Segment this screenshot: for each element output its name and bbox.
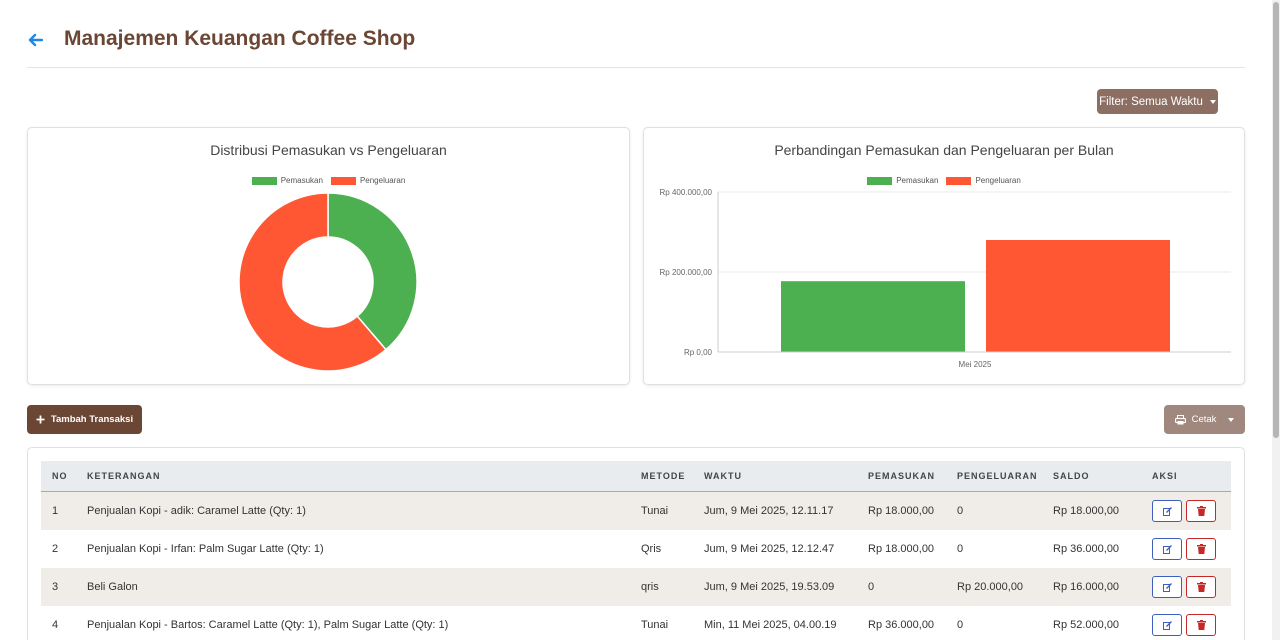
trash-icon — [1196, 582, 1206, 592]
cell-waktu: Jum, 9 Mei 2025, 19.53.09 — [704, 581, 835, 593]
edit-button[interactable] — [1152, 614, 1182, 636]
col-header-metode[interactable]: METODE — [641, 471, 685, 481]
cell-waktu: Jum, 9 Mei 2025, 12.11.17 — [704, 505, 834, 517]
cell-keterangan: Penjualan Kopi - Bartos: Caramel Latte (… — [87, 619, 449, 631]
cell-saldo: Rp 18.000,00 — [1053, 505, 1120, 517]
cell-no: 1 — [52, 505, 59, 517]
cell-pemasukan: 0 — [868, 581, 875, 593]
bar-chart: Rp 400.000,00 Rp 200.000,00 Rp 0,00 Mei … — [660, 188, 1231, 369]
cell-pemasukan: Rp 18.000,00 — [868, 543, 935, 555]
col-header-aksi: AKSI — [1152, 471, 1178, 481]
cell-metode: Qris — [641, 543, 662, 555]
edit-icon — [1162, 544, 1172, 554]
edit-icon — [1162, 620, 1172, 630]
cell-waktu: Jum, 9 Mei 2025, 12.12.47 — [704, 543, 835, 555]
cell-pengeluaran: 0 — [957, 619, 964, 631]
cell-keterangan: Beli Galon — [87, 581, 138, 593]
col-header-pengeluaran[interactable]: PENGELUARAN — [957, 471, 1038, 481]
legend-swatch-red — [330, 176, 356, 185]
col-header-keterangan[interactable]: KETERANGAN — [87, 471, 161, 481]
y-tick-label: Rp 0,00 — [684, 348, 713, 357]
table-row: 3 Beli Galon qris Jum, 9 Mei 2025, 19.53… — [41, 568, 1231, 606]
cell-keterangan: Penjualan Kopi - adik: Caramel Latte (Qt… — [87, 505, 306, 517]
add-transaction-button[interactable]: Tambah Transaksi — [27, 405, 142, 434]
table-row: 1 Penjualan Kopi - adik: Caramel Latte (… — [41, 492, 1231, 530]
legend-label: Pengeluaran — [359, 176, 406, 185]
cell-metode: qris — [641, 581, 659, 593]
cell-metode: Tunai — [641, 505, 669, 517]
printer-icon — [1174, 414, 1186, 424]
edit-icon — [1162, 582, 1172, 592]
caret-down-icon — [1209, 99, 1216, 104]
edit-button[interactable] — [1152, 576, 1182, 598]
delete-button[interactable] — [1186, 576, 1216, 598]
col-header-saldo[interactable]: SALDO — [1053, 471, 1090, 481]
table-row: 2 Penjualan Kopi - Irfan: Palm Sugar Lat… — [41, 530, 1231, 568]
legend-label: Pemasukan — [280, 176, 323, 185]
cell-saldo: Rp 36.000,00 — [1053, 543, 1120, 555]
col-header-no[interactable]: NO — [52, 471, 68, 481]
table-row: 4 Penjualan Kopi - Bartos: Caramel Latte… — [41, 606, 1231, 640]
cell-pengeluaran: 0 — [957, 505, 964, 517]
cell-pemasukan: Rp 36.000,00 — [868, 619, 935, 631]
trash-icon — [1196, 506, 1206, 516]
pie-chart-card: Distribusi Pemasukan vs Pengeluaran Pema… — [27, 127, 630, 385]
page-title: Manajemen Keuangan Coffee Shop — [64, 27, 416, 50]
legend-swatch-green — [251, 176, 277, 185]
page-header: Manajemen Keuangan Coffee Shop — [27, 22, 1245, 68]
filter-dropdown-button[interactable]: Filter: Semua Waktu — [1097, 89, 1218, 114]
cell-pengeluaran: 0 — [957, 543, 964, 555]
y-tick-label: Rp 400.000,00 — [660, 188, 713, 197]
bar-chart-card: Perbandingan Pemasukan dan Pengeluaran p… — [643, 127, 1245, 385]
delete-button[interactable] — [1186, 614, 1216, 636]
bar-pemasukan[interactable] — [781, 281, 965, 352]
print-label: Cetak — [1191, 414, 1217, 425]
caret-down-icon — [1228, 417, 1235, 422]
plus-icon — [36, 415, 45, 424]
cell-no: 2 — [52, 543, 59, 555]
cell-no: 3 — [52, 581, 59, 593]
back-arrow-icon[interactable] — [27, 32, 43, 48]
add-transaction-label: Tambah Transaksi — [50, 414, 134, 425]
filter-label: Filter: Semua Waktu — [1099, 95, 1203, 108]
delete-button[interactable] — [1186, 500, 1216, 522]
edit-button[interactable] — [1152, 538, 1182, 560]
x-category-label: Mei 2025 — [959, 360, 992, 369]
cell-saldo: Rp 16.000,00 — [1053, 581, 1120, 593]
bar-pengeluaran[interactable] — [986, 240, 1170, 352]
cell-pengeluaran: Rp 20.000,00 — [957, 581, 1024, 593]
trash-icon — [1196, 544, 1206, 554]
cell-pemasukan: Rp 18.000,00 — [868, 505, 935, 517]
delete-button[interactable] — [1186, 538, 1216, 560]
legend-item-pemasukan[interactable]: Pemasukan — [251, 176, 323, 185]
cell-saldo: Rp 52.000,00 — [1053, 619, 1120, 631]
legend-item-pengeluaran[interactable]: Pengeluaran — [330, 176, 406, 185]
print-dropdown-button[interactable]: Cetak — [1164, 405, 1245, 434]
cell-metode: Tunai — [641, 619, 669, 631]
cell-waktu: Min, 11 Mei 2025, 04.00.19 — [704, 619, 837, 631]
table-header: NO KETERANGAN METODE WAKTU PEMASUKAN PEN… — [41, 461, 1231, 492]
cell-keterangan: Penjualan Kopi - Irfan: Palm Sugar Latte… — [87, 543, 324, 555]
donut-chart — [238, 192, 418, 372]
col-header-pemasukan[interactable]: PEMASUKAN — [868, 471, 935, 481]
cell-no: 4 — [52, 619, 59, 631]
pie-chart-legend: Pemasukan Pengeluaran — [28, 176, 629, 185]
y-tick-label: Rp 200.000,00 — [660, 268, 713, 277]
scrollbar-thumb[interactable] — [1273, 2, 1279, 438]
edit-icon — [1162, 506, 1172, 516]
trash-icon — [1196, 620, 1206, 630]
col-header-waktu[interactable]: WAKTU — [704, 471, 742, 481]
edit-button[interactable] — [1152, 500, 1182, 522]
pie-chart-title: Distribusi Pemasukan vs Pengeluaran — [210, 142, 447, 158]
transactions-table-card: NO KETERANGAN METODE WAKTU PEMASUKAN PEN… — [27, 447, 1245, 640]
